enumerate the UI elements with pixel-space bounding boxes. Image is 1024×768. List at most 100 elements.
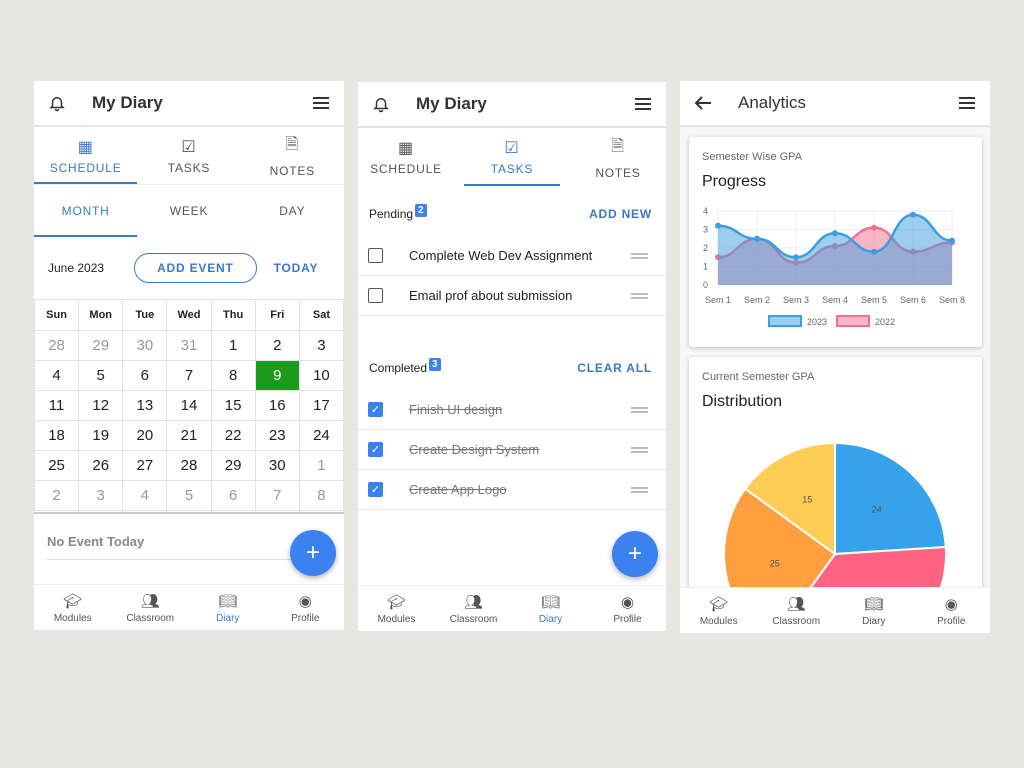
calendar-day[interactable]: 25 — [34, 450, 80, 481]
view-month[interactable]: MONTH — [34, 185, 138, 237]
calendar-day[interactable]: 13 — [122, 390, 168, 421]
nav-profile[interactable]: ◉ Profile — [913, 588, 991, 633]
nav-classroom[interactable]: 👥︎ Classroom — [758, 588, 836, 633]
calendar-day[interactable]: 27 — [122, 450, 168, 481]
calendar-day[interactable]: 31 — [166, 330, 212, 361]
drag-handle-icon[interactable] — [631, 292, 648, 299]
tab-tasks[interactable]: ☑ TASKS — [464, 128, 560, 186]
back-arrow-icon[interactable] — [694, 95, 712, 111]
calendar-day[interactable]: 3 — [78, 480, 124, 511]
calendar-day[interactable]: 5 — [78, 360, 124, 391]
y-tick-label: 1 — [703, 262, 708, 272]
today-button[interactable]: TODAY — [274, 261, 319, 275]
view-day[interactable]: DAY — [241, 185, 344, 237]
calendar-day[interactable]: 2 — [34, 480, 80, 511]
nav-diary[interactable]: 📖︎ Diary — [512, 586, 589, 631]
legend-label: 2023 — [807, 317, 827, 327]
bottom-nav: 🎓︎ Modules 👥︎ Classroom 📖︎ Diary ◉ Profile — [680, 587, 990, 633]
add-fab-button[interactable]: + — [612, 531, 658, 577]
calendar-day[interactable]: 4 — [34, 360, 80, 391]
drag-handle-icon[interactable] — [631, 486, 648, 493]
add-fab-button[interactable]: + — [290, 530, 336, 576]
menu-icon[interactable] — [634, 97, 652, 111]
task-checkbox[interactable] — [368, 288, 383, 303]
tab-tasks[interactable]: ☑ TASKS — [137, 127, 240, 184]
calendar-day[interactable]: 7 — [254, 480, 300, 511]
completed-count-badge: 3 — [429, 357, 441, 371]
bell-icon[interactable] — [48, 94, 66, 112]
nav-diary[interactable]: 📖︎ Diary — [835, 588, 913, 633]
weekday-header: Mon — [78, 299, 124, 331]
task-item[interactable]: ✓ Create App Logo — [358, 470, 666, 510]
menu-icon[interactable] — [312, 96, 330, 110]
calendar-day[interactable]: 30 — [254, 450, 300, 481]
calendar-day[interactable]: 3 — [298, 330, 344, 361]
task-checkbox[interactable]: ✓ — [368, 442, 383, 457]
nav-profile[interactable]: ◉ Profile — [589, 586, 666, 631]
nav-modules[interactable]: 🎓︎ Modules — [680, 588, 758, 633]
calendar-day[interactable]: 2 — [254, 330, 300, 361]
calendar-day[interactable]: 5 — [166, 480, 212, 511]
tab-notes[interactable]: 🗎 NOTES — [241, 127, 344, 184]
add-event-button[interactable]: ADD EVENT — [134, 253, 257, 283]
calendar-day[interactable]: 9 — [254, 360, 300, 391]
task-checkbox[interactable] — [368, 248, 383, 263]
nav-classroom[interactable]: 👥︎ Classroom — [112, 585, 190, 630]
calendar-day[interactable]: 29 — [210, 450, 256, 481]
add-new-button[interactable]: ADD NEW — [589, 207, 652, 221]
calendar-day[interactable]: 10 — [298, 360, 344, 391]
calendar-day[interactable]: 12 — [78, 390, 124, 421]
clear-all-button[interactable]: CLEAR ALL — [577, 361, 652, 375]
calendar-day[interactable]: 16 — [254, 390, 300, 421]
view-week[interactable]: WEEK — [137, 185, 240, 237]
calendar-day[interactable]: 1 — [298, 450, 344, 481]
calendar-day[interactable]: 14 — [166, 390, 212, 421]
calendar-day[interactable]: 6 — [122, 360, 168, 391]
task-item[interactable]: ✓ Create Design System — [358, 430, 666, 470]
calendar-day[interactable]: 19 — [78, 420, 124, 451]
nav-profile[interactable]: ◉ Profile — [267, 585, 345, 630]
calendar-day[interactable]: 15 — [210, 390, 256, 421]
task-item[interactable]: Complete Web Dev Assignment — [358, 236, 666, 276]
task-checkbox[interactable]: ✓ — [368, 482, 383, 497]
calendar-day[interactable]: 17 — [298, 390, 344, 421]
calendar-day[interactable]: 24 — [298, 420, 344, 451]
tab-notes[interactable]: 🗎 NOTES — [570, 128, 666, 186]
calendar-day[interactable]: 22 — [210, 420, 256, 451]
calendar-day[interactable]: 4 — [122, 480, 168, 511]
nav-modules[interactable]: 🎓︎ Modules — [358, 586, 435, 631]
tab-schedule[interactable]: ▦ SCHEDULE — [358, 128, 454, 186]
nav-modules[interactable]: 🎓︎ Modules — [34, 585, 112, 630]
drag-handle-icon[interactable] — [631, 252, 648, 259]
calendar-day[interactable]: 30 — [122, 330, 168, 361]
calendar-day[interactable]: 28 — [34, 330, 80, 361]
nav-label: Modules — [377, 613, 416, 625]
tab-schedule[interactable]: ▦ SCHEDULE — [34, 127, 138, 184]
calendar-day[interactable]: 26 — [78, 450, 124, 481]
drag-handle-icon[interactable] — [631, 446, 648, 453]
pie-slice[interactable] — [834, 441, 947, 556]
calendar-day[interactable]: 29 — [78, 330, 124, 361]
bell-icon[interactable] — [372, 95, 390, 113]
calendar-day[interactable]: 8 — [210, 360, 256, 391]
calendar-day[interactable]: 21 — [166, 420, 212, 451]
nav-diary[interactable]: 📖︎ Diary — [189, 585, 267, 630]
nav-label: Modules — [699, 615, 738, 627]
calendar-day[interactable]: 28 — [166, 450, 212, 481]
calendar-day[interactable]: 11 — [34, 390, 80, 421]
card-title: Progress — [702, 173, 767, 190]
bottom-nav: 🎓︎ Modules 👥︎ Classroom 📖︎ Diary ◉ Profile — [358, 585, 666, 631]
calendar-day[interactable]: 6 — [210, 480, 256, 511]
calendar-day[interactable]: 18 — [34, 420, 80, 451]
nav-classroom[interactable]: 👥︎ Classroom — [435, 586, 512, 631]
calendar-day[interactable]: 8 — [298, 480, 344, 511]
menu-icon[interactable] — [958, 96, 976, 110]
calendar-day[interactable]: 23 — [254, 420, 300, 451]
task-item[interactable]: Email prof about submission — [358, 276, 666, 316]
calendar-day[interactable]: 20 — [122, 420, 168, 451]
drag-handle-icon[interactable] — [631, 406, 648, 413]
task-item[interactable]: ✓ Finish UI design — [358, 390, 666, 430]
calendar-day[interactable]: 7 — [166, 360, 212, 391]
task-checkbox[interactable]: ✓ — [368, 402, 383, 417]
calendar-day[interactable]: 1 — [210, 330, 256, 361]
